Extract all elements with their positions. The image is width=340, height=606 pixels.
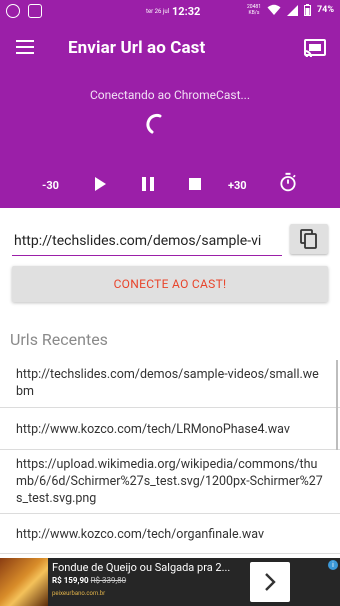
url-row [12,224,328,256]
battery-icon [304,4,312,16]
ad-banner[interactable]: Fondue de Queijo ou Salgada pra 2... R$ … [0,558,340,606]
playback-controls: -30 +30 [0,164,340,204]
recent-urls-list: http://techslides.com/demos/sample-video… [0,358,340,554]
list-item[interactable]: http://www.kozco.com/tech/organfinale.wa… [0,514,340,554]
status-bar: ter 26 jul 12:32 20481 KB/s 74% [0,0,340,24]
player-panel: Conectando ao ChromeCast... -30 +30 [0,74,340,208]
ad-info-icon[interactable]: i [328,560,338,570]
ad-old-price: R$ 339,80 [90,576,127,585]
list-item[interactable]: https://upload.wikimedia.org/wikipedia/c… [0,450,340,514]
signal-icon [287,4,299,16]
timer-icon[interactable] [277,172,299,192]
status-time: 12:32 [172,5,201,18]
list-item[interactable]: http://www.kozco.com/tech/LRMonoPhase4.w… [0,408,340,450]
status-right: 20481 KB/s 74% [247,4,334,16]
recent-urls-title: Urls Recentes [10,330,108,349]
list-item[interactable]: http://techslides.com/demos/sample-video… [0,358,340,408]
ad-image [0,558,48,606]
forward-30-button[interactable]: +30 [228,179,247,199]
ad-text: Fondue de Queijo ou Salgada pra 2... R$ … [52,561,252,600]
connection-status: Conectando ao ChromeCast... [90,88,250,102]
status-date: ter 26 jul [146,8,170,15]
menu-icon[interactable] [16,40,34,56]
loading-spinner-icon [146,113,162,134]
pause-icon[interactable] [140,174,156,194]
ad-domain: peixeurbano.com.br [52,590,106,597]
paste-button[interactable] [290,224,328,254]
wifi-icon [267,4,281,15]
play-icon[interactable] [92,174,108,194]
url-input[interactable] [12,226,282,256]
ad-title: Fondue de Queijo ou Salgada pra 2... [52,561,231,574]
copy-icon [300,229,317,249]
app-title: Enviar Url ao Cast [68,38,206,58]
connect-cast-button[interactable]: CONECTE AO CAST! [12,266,328,302]
messenger-icon [28,4,42,18]
whatsapp-icon [6,4,20,18]
battery-level: 74% [317,5,334,15]
rewind-30-button[interactable]: -30 [42,179,59,199]
ad-price-line: R$ 159,90 R$ 339,80 [52,574,252,587]
scrollbar[interactable] [336,360,338,450]
app-bar: Enviar Url ao Cast [0,24,340,74]
ad-price: R$ 159,90 [52,576,89,585]
stop-icon[interactable] [187,174,203,194]
network-speed: 20481 KB/s [246,4,262,16]
ad-open-button[interactable] [250,562,290,602]
notification-icons [6,4,42,18]
chevron-right-icon [265,573,276,591]
cast-icon[interactable] [304,38,326,58]
